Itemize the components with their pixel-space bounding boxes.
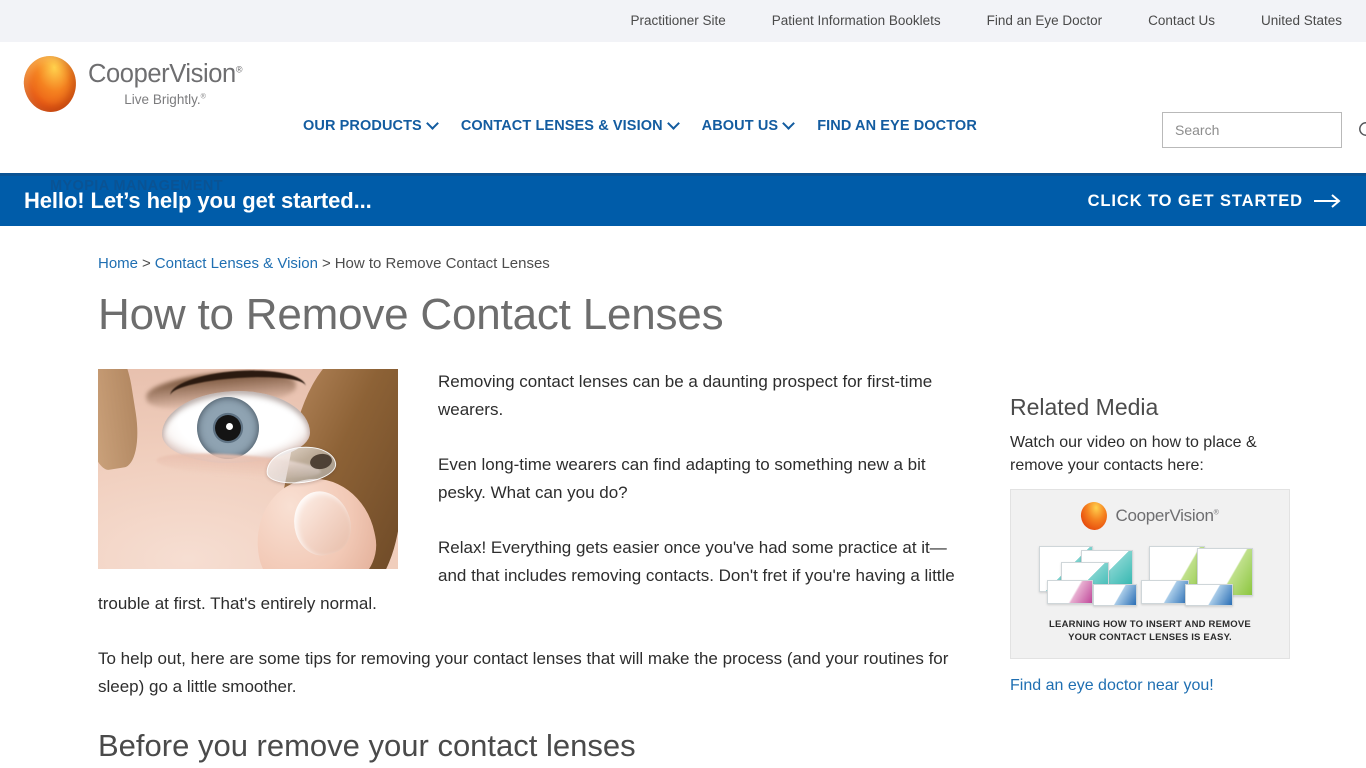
- page-title: How to Remove Contact Lenses: [98, 290, 724, 339]
- nav-item-about-us[interactable]: ABOUT US: [701, 116, 796, 134]
- video-caption-line-1: LEARNING HOW TO INSERT AND REMOVE: [1049, 619, 1251, 631]
- logo-tagline: Live Brightly.®: [124, 91, 206, 107]
- related-media-title: Related Media: [1010, 393, 1159, 420]
- hero-image: [98, 368, 398, 569]
- utility-links: Practitioner Site Patient Information Bo…: [607, 0, 1342, 42]
- video-card-caption: LEARNING HOW TO INSERT AND REMOVE YOUR C…: [1011, 618, 1289, 644]
- chevron-down-icon: [425, 116, 439, 130]
- nav-item-label: ABOUT US: [701, 118, 779, 134]
- related-media-rail: Related Media Watch our video on how to …: [1010, 365, 1300, 764]
- utility-link-practitioner-site[interactable]: Practitioner Site: [607, 0, 748, 42]
- article-body: Removing contact lenses can be a dauntin…: [98, 365, 970, 764]
- site-header: CooperVision® Live Brightly.® MYOPIA MAN…: [0, 42, 1366, 194]
- nav-item-our-products[interactable]: OUR PRODUCTS: [303, 116, 439, 134]
- utility-link-find-an-eye-doctor[interactable]: Find an Eye Doctor: [964, 0, 1126, 42]
- registered-mark: ®: [235, 64, 243, 75]
- video-caption-line-2: YOUR CONTACT LENSES IS EASY.: [1068, 632, 1232, 644]
- find-eye-doctor-link[interactable]: Find an eye doctor near you!: [1010, 677, 1214, 695]
- content-layout: Removing contact lenses can be a dauntin…: [24, 365, 1342, 764]
- coopervision-orb-icon: [20, 53, 80, 115]
- utility-link-patient-information-booklets[interactable]: Patient Information Booklets: [749, 0, 964, 42]
- nav-item-contact-lenses-vision[interactable]: CONTACT LENSES & VISION: [460, 116, 680, 134]
- logo-wordmark: CooperVision® Live Brightly.®: [88, 60, 243, 107]
- article-section-heading: Before you remove your contact lenses: [98, 727, 636, 763]
- utility-link-contact-us[interactable]: Contact Us: [1125, 0, 1238, 42]
- breadcrumb-item-contact-lenses-vision[interactable]: Contact Lenses & Vision: [155, 255, 318, 272]
- product-boxes-illustration: [1021, 536, 1279, 610]
- breadcrumb-separator: >: [142, 255, 151, 272]
- breadcrumb-separator: >: [321, 255, 331, 272]
- sub-brand-myopia-management[interactable]: MYOPIA MANAGEMENT: [50, 178, 223, 194]
- breadcrumb: Home > Contact Lenses & Vision > How to Remo…: [24, 255, 1342, 272]
- chevron-down-icon: [666, 116, 680, 130]
- utility-link-united-states[interactable]: United States: [1238, 0, 1342, 42]
- related-video-thumbnail[interactable]: CooperVision® LEARNING HOW TO INSERT AND…: [1010, 489, 1290, 660]
- nav-item-label: CONTACT LENSES & VISION: [460, 118, 663, 134]
- page-content: Home > Contact Lenses & Vision > How to Remo…: [0, 255, 1366, 764]
- breadcrumb-item-current: How to Remove Contact Lenses: [334, 255, 550, 272]
- eye-with-contact-lens-photo: [98, 368, 398, 569]
- search-icon: [1359, 121, 1366, 136]
- arrow-right-icon: [1314, 194, 1341, 208]
- search-button[interactable]: [1358, 121, 1366, 140]
- logo-brand-name: CooperVision®: [88, 60, 243, 88]
- click-to-get-started-button[interactable]: CLICK TO GET STARTED: [1088, 192, 1342, 211]
- cta-label: CLICK TO GET STARTED: [1087, 191, 1303, 210]
- coopervision-logo[interactable]: CooperVision® Live Brightly.®: [20, 53, 243, 115]
- nav-item-find-an-eye-doctor[interactable]: FIND AN EYE DOCTOR: [817, 118, 977, 134]
- utility-bar: Practitioner Site Patient Information Bo…: [0, 0, 1366, 42]
- coopervision-orb-icon: [1079, 500, 1110, 532]
- chevron-down-icon: [782, 116, 796, 130]
- search-box[interactable]: [1162, 112, 1366, 148]
- nav-item-label: FIND AN EYE DOCTOR: [817, 118, 977, 134]
- search-input[interactable]: [1173, 113, 1358, 147]
- registered-mark-tagline: ®: [200, 93, 206, 100]
- nav-item-label: OUR PRODUCTS: [303, 118, 422, 134]
- related-media-description: Watch our video on how to place & remove…: [1010, 434, 1257, 475]
- video-card-logo: CooperVision®: [1011, 490, 1289, 532]
- video-card-brand: CooperVision®: [1115, 506, 1219, 526]
- main-navigation: OUR PRODUCTS CONTACT LENSES & VISION ABO…: [303, 116, 977, 134]
- breadcrumb-item-home[interactable]: Home: [98, 255, 138, 272]
- article-paragraph-4: To help out, here are some tips for remo…: [98, 648, 949, 696]
